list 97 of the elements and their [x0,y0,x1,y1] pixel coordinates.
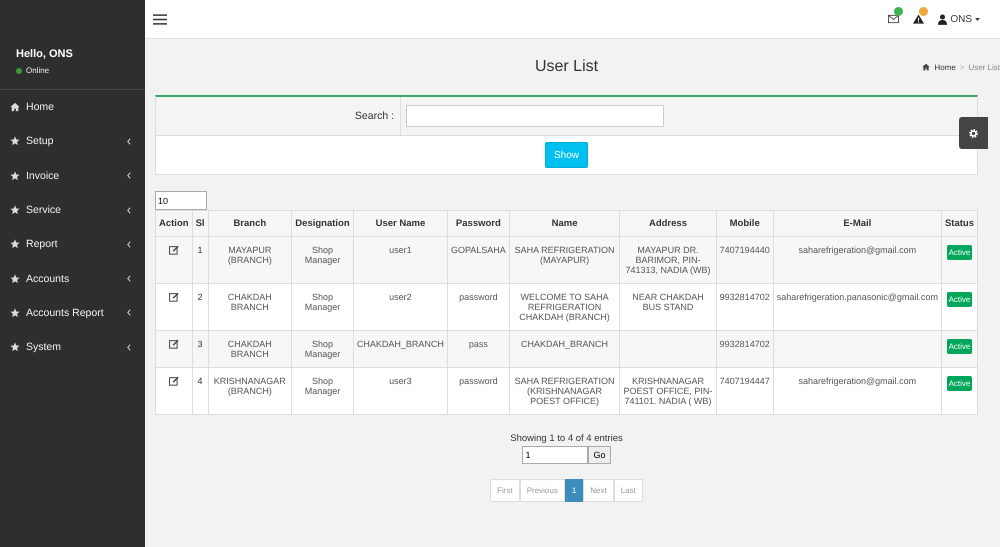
column-header: E-Mail [773,210,942,236]
settings-button[interactable] [959,117,988,149]
chevron-icon [127,275,131,282]
table-cell: 1 [192,236,208,284]
status-badge: Active [946,245,972,260]
star-icon [10,170,20,181]
column-header: Branch [208,210,292,236]
table-cell: GOPALSAHA [450,245,506,255]
star-icon [10,239,20,250]
table-cell: MAYAPUR (BRANCH) [228,245,272,265]
sidebar-item[interactable]: Accounts [0,261,145,296]
sidebar-item[interactable]: Accounts Report [0,296,145,330]
greeting: Hello, ONS [16,48,74,60]
status-badge: Active [946,376,972,391]
chevron-icon [127,172,131,180]
mail-icon[interactable] [888,14,900,24]
table-cell: pass [468,339,488,349]
table-cell: CHAKDAH_BRANCH [521,339,608,349]
table-cell: 4 [192,368,208,414]
table-cell: CHAKDAH BRANCH [228,339,272,359]
go-button[interactable]: Go [588,446,610,464]
menu-icon[interactable] [153,14,167,24]
table-cell: NEAR CHAKDAH BUS STAND [632,292,704,312]
edit-icon[interactable] [168,292,179,302]
column-header: Designation [292,210,354,236]
user-icon [938,14,948,24]
column-header: Mobile [716,210,774,236]
star-icon [10,274,20,284]
chevron-icon [127,344,131,351]
status-badge: Active [946,339,972,354]
search-label: Search : [156,97,401,135]
star-icon [10,308,20,318]
breadcrumb-link[interactable]: Home [934,62,956,72]
table-cell: saharefrigeration@gmail.com [798,245,916,255]
home-icon [10,102,20,112]
column-header: Action [156,210,192,236]
page-size-field[interactable]: 10 [155,191,207,210]
chevron-icon [127,138,131,145]
status-dot [16,68,22,74]
home-icon [922,63,930,71]
status-text: Online [26,66,50,75]
table-cell: Shop Manager [304,245,340,265]
table-cell: KRISHNANAGAR POEST OFFICE, PIN-741101. NADIA ( WB) [624,376,712,406]
table-cell: KRISHNANAGAR (BRANCH) [214,376,286,396]
sidebar-item[interactable]: Invoice [0,158,145,193]
sidebar-item[interactable]: Service [0,192,145,228]
table-cell: 7407194447 [720,376,770,386]
sidebar-item[interactable]: Report [0,227,145,262]
table-cell: Shop Manager [304,292,340,312]
table-cell: CHAKDAH_BRANCH [356,339,444,349]
table-cell: WELCOME TO SAHA REFRIGERATION CHAKDAH (BRANCH) [519,292,610,322]
table-cell: saharefrigeration.panasonic@gmail.com [776,292,938,302]
table-cell: MAYAPUR DR. BARIMOR, PIN-741313, NADIA (WB) [625,245,710,275]
page-title: User List [534,58,598,76]
edit-icon[interactable] [168,339,179,349]
chevron-icon [127,240,131,248]
entries-info: Showing 1 to 4 of 4 entries [510,433,623,444]
column-header: Status [941,210,978,236]
chevron-icon [127,206,131,214]
sidebar-item[interactable]: Setup [0,124,145,159]
column-header: User Name [353,210,448,236]
chevron-icon [127,309,131,316]
table-cell: SAHA REFRIGERATION (KRISHNANAGAR POEST OFFICE) [514,376,614,406]
table-cell: Shop Manager [304,376,340,396]
table-cell: user1 [389,245,412,255]
caret-icon [975,18,980,20]
warning-icon[interactable] [913,14,924,24]
table-cell: 7407194440 [720,245,770,255]
table-cell: user3 [389,376,412,386]
star-icon [10,342,20,352]
status-badge: Active [946,292,972,307]
table-cell: SAHA REFRIGERATION (MAYAPUR) [514,245,614,265]
column-header: Password [447,210,510,236]
table-cell: user2 [389,292,412,302]
sidebar-item[interactable]: System [0,330,145,364]
page-number-field[interactable]: 1 [522,446,588,464]
search-field[interactable] [406,105,664,127]
breadcrumb-separator: > [960,62,964,72]
user-menu[interactable]: ONS [938,14,980,24]
column-header: Name [509,210,620,236]
table-cell: 9932814702 [720,292,770,302]
column-header: Address [620,210,716,236]
table-cell: saharefrigeration@gmail.com [798,376,916,386]
table-cell: 3 [192,330,208,368]
column-header: Sl [192,210,208,236]
edit-icon[interactable] [168,376,179,386]
table-cell: Shop Manager [304,339,340,359]
pagination-link[interactable]: 1 [564,479,584,502]
sidebar-item[interactable]: Home [0,90,145,124]
gear-icon [968,128,979,138]
edit-icon[interactable] [168,245,179,255]
table-cell: password [459,292,498,302]
table-cell: 9932814702 [720,339,770,349]
star-icon [10,136,20,146]
table-cell: CHAKDAH BRANCH [228,292,272,312]
table-cell: password [459,376,498,386]
star-icon [10,205,20,216]
